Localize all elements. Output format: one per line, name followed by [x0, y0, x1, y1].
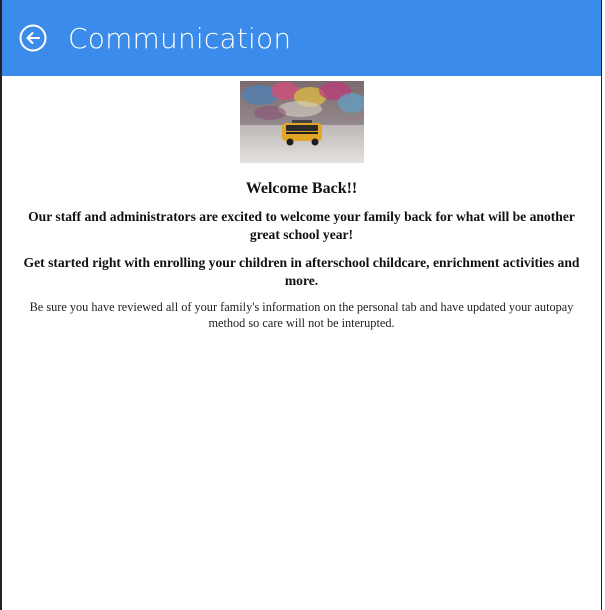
school-bus-image: [239, 81, 364, 163]
page-title: Communication: [68, 21, 292, 55]
app-header: Communication: [2, 0, 601, 76]
welcome-paragraph: Our staff and administrators are excited…: [28, 209, 575, 242]
back-arrow-icon[interactable]: [18, 23, 48, 53]
app-frame: Communication Welcome Back!! Our staff a…: [0, 0, 602, 610]
enrollment-paragraph: Get started right with enrolling your ch…: [23, 255, 580, 288]
message-content: Welcome Back!! Our staff and administrat…: [2, 76, 601, 331]
info-paragraph: Be sure you have reviewed all of your fa…: [29, 300, 574, 330]
welcome-heading: Welcome Back!!: [245, 180, 358, 197]
